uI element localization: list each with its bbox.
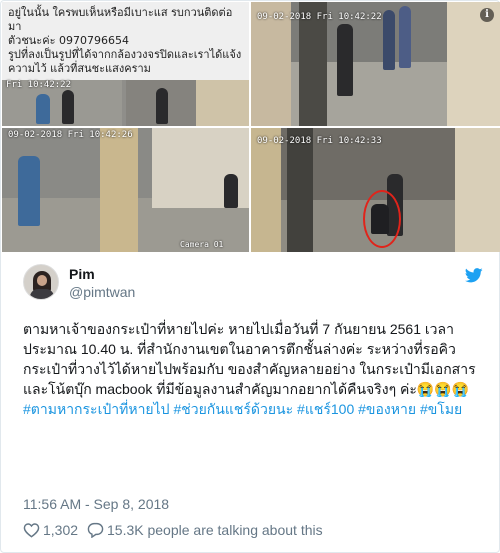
timestamp-overlay: 09-02-2018 Fri 10:42:33 <box>257 136 382 146</box>
twitter-bird-icon[interactable] <box>465 268 483 283</box>
notice-line: ตัวชนะค่ะ 0970796654 <box>8 34 129 47</box>
notice-line: รูปที่ลงเป็นรูปที่ได้จากกล้องวงจรปิดและเ… <box>8 48 242 61</box>
like-count: 1,302 <box>43 522 79 538</box>
person-figure <box>399 6 411 68</box>
tweet-header: Pim @pimtwan <box>23 264 483 304</box>
embedded-tweet-card: อยู่ในนั้น ใครพบเห็นหรือมีเบาะแส รบกวนติ… <box>0 0 500 553</box>
media-photo-cctv-3[interactable]: 09-02-2018 Fri 10:42:33 <box>251 128 500 252</box>
wall-shape <box>100 128 138 252</box>
author-handle[interactable]: @pimtwan <box>69 284 135 300</box>
notice-text: อยู่ในนั้น ใครพบเห็นหรือมีเบาะแส รบกวนติ… <box>8 6 244 76</box>
wall-shape <box>251 128 281 252</box>
author-display-name[interactable]: Pim <box>69 266 95 282</box>
conversation-link[interactable]: 15.3K people are talking about this <box>87 522 323 539</box>
hashtag-link[interactable]: #ขโมย <box>420 401 462 417</box>
cctv-thumbnail-strip: Fri 10:42:22 <box>2 80 249 126</box>
tweet-timestamp[interactable]: 11:56 AM - Sep 8, 2018 <box>23 496 169 512</box>
wall-shape <box>196 80 249 126</box>
highlight-circle <box>363 190 401 248</box>
person-figure <box>156 88 168 124</box>
hashtag-link[interactable]: #ตามหากระเป๋าที่หายไป <box>23 401 170 417</box>
person-figure <box>18 156 40 226</box>
timestamp-overlay: 09-02-2018 Fri 10:42:22 <box>257 12 382 22</box>
media-photo-cctv-2[interactable]: 09-02-2018 Fri 10:42:26 Camera 01 <box>2 128 249 252</box>
timestamp-overlay: 09-02-2018 Fri 10:42:26 <box>8 130 133 140</box>
wall-shape <box>447 2 500 126</box>
person-figure <box>224 174 238 208</box>
person-figure <box>36 94 50 124</box>
info-icon[interactable]: i <box>480 8 494 22</box>
notice-line: อยู่ในนั้น ใครพบเห็นหรือมีเบาะแส รบกวนติ… <box>8 6 233 33</box>
notice-line: ความไว้ แล้วที่สนชะแสงคราม <box>8 62 151 75</box>
tweet-text: ตามหาเจ้าของกระเป๋าที่หายไปค่ะ หายไปเมื่… <box>23 319 483 419</box>
tweet-text-segment: ที่มีข้อมูลงานสำคัญมากอยากได้คืนจริงๆ ค่… <box>156 381 417 397</box>
wall-shape <box>455 128 500 252</box>
tweet-text-segment: ตามหาเจ้าของกระเป๋าที่หายไปค่ะ <box>23 321 225 337</box>
media-photo-cctv-1[interactable]: 09-02-2018 Fri 10:42:22 i <box>251 2 500 126</box>
cctv-thumbnail-right <box>126 80 249 126</box>
door-shape <box>287 128 313 252</box>
media-photo-notice[interactable]: อยู่ในนั้น ใครพบเห็นหรือมีเบาะแส รบกวนติ… <box>2 2 249 126</box>
hashtag-link[interactable]: #ช่วยกันแชร์ด้วยนะ <box>173 401 293 417</box>
tweet-media-grid[interactable]: อยู่ในนั้น ใครพบเห็นหรือมีเบาะแส รบกวนติ… <box>2 2 500 252</box>
person-figure <box>383 10 395 70</box>
heart-icon <box>23 523 40 538</box>
avatar[interactable] <box>23 264 59 300</box>
camera-label: Camera 01 <box>180 240 224 249</box>
hashtag-link[interactable]: #แชร์100 <box>297 401 354 417</box>
timestamp-overlay: Fri 10:42:22 <box>6 80 72 90</box>
tweet-text-segment: 😭😭😭 <box>416 381 470 397</box>
talking-count: 15.3K people are talking about this <box>107 522 323 538</box>
like-button[interactable]: 1,302 <box>23 522 78 538</box>
person-figure <box>62 90 74 124</box>
speech-bubble-icon <box>87 522 104 539</box>
person-figure <box>337 24 353 96</box>
hashtag-link[interactable]: #ของหาย <box>358 401 416 417</box>
